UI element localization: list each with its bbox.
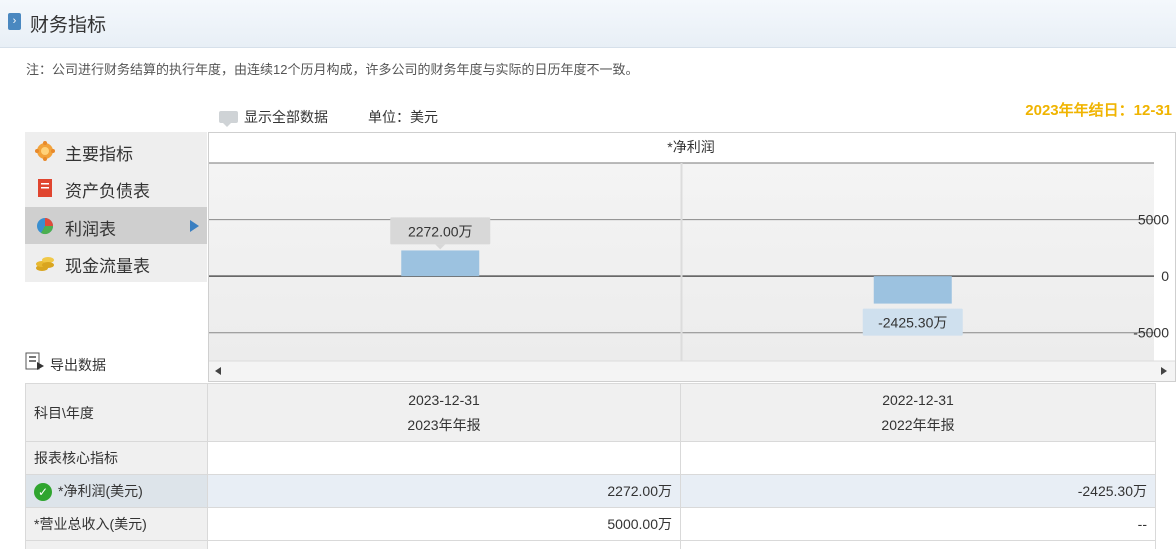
speech-bubble-icon[interactable] <box>219 111 238 127</box>
header-label: 科目\年度 <box>25 383 208 442</box>
nav-item-income-statement[interactable]: 利润表 <box>25 207 207 244</box>
y-tick-label: 5000 <box>1138 212 1169 228</box>
scrollbar-track <box>209 361 1175 381</box>
pie-chart-icon <box>37 218 54 235</box>
page-header: › 财务指标 <box>0 0 1176 48</box>
nav-item-balance-sheet[interactable]: 资产负债表 <box>25 169 207 206</box>
fiscal-year-note: 注：公司进行财务结算的执行年度，由连续12个历月构成，许多公司的财务年度与实际的… <box>26 62 639 77</box>
page-title: 财务指标 <box>30 15 107 36</box>
column-report: 2023年年报 <box>407 416 481 433</box>
row-label: *净利润(美元) <box>58 482 143 499</box>
column-header: 2022-12-31 2022年年报 <box>680 383 1156 442</box>
data-label: -2425.30万 <box>878 315 947 331</box>
table-row[interactable]: ✓ *净利润(美元) 2272.00万 -2425.30万 <box>25 474 1156 508</box>
nav-item-label: 主要指标 <box>65 145 133 164</box>
bar <box>401 250 480 277</box>
export-label: 导出数据 <box>50 357 106 373</box>
column-report: 2022年年报 <box>881 416 955 433</box>
chart-title: *净利润 <box>667 139 714 155</box>
table-row[interactable]: *营业总收入(美元) 5000.00万 -- <box>25 507 1156 541</box>
nav-item-label: 利润表 <box>65 220 116 239</box>
coins-icon <box>36 257 54 271</box>
chevron-right-icon: › <box>8 13 21 30</box>
row-label: *营业总收入(美元) <box>25 507 208 541</box>
document-icon <box>38 179 52 197</box>
fiscal-year-end: 2023年年结日：12-31 <box>1025 102 1172 119</box>
table-header-row: 科目\年度 2023-12-31 2023年年报 2022-12-31 2022… <box>25 383 1156 442</box>
row-value: 5000.00万 <box>207 507 681 541</box>
export-icon <box>25 352 44 370</box>
nav-item-cash-flow[interactable]: 现金流量表 <box>25 244 207 281</box>
column-header: 2023-12-31 2023年年报 <box>207 383 681 442</box>
chart-canvas: *净利润 5000 0 -5000 2272.00万 -2425.30万 <box>209 139 1175 381</box>
financial-table: 科目\年度 2023-12-31 2023年年报 2022-12-31 2022… <box>25 383 1156 549</box>
unit-label: 单位：美元 <box>368 109 438 125</box>
nav-item-label: 现金流量表 <box>65 257 150 276</box>
y-tick-label: -5000 <box>1133 325 1169 341</box>
y-tick-label: 0 <box>1161 268 1169 284</box>
row-value: -- <box>680 507 1156 541</box>
nav-item-label: 资产负债表 <box>65 182 150 201</box>
table-row <box>25 540 1156 549</box>
section-row: 报表核心指标 <box>25 441 1156 475</box>
column-date: 2023-12-31 <box>408 391 480 408</box>
row-label-cell: ✓ *净利润(美元) <box>25 474 208 508</box>
caret-right-icon <box>190 220 199 232</box>
row-value: 2272.00万 <box>207 474 681 508</box>
section-label: 报表核心指标 <box>25 441 208 475</box>
net-profit-chart: *净利润 5000 0 -5000 2272.00万 -2425.30万 <box>208 132 1176 382</box>
gear-flower-icon <box>35 141 55 161</box>
nav-item-main-indicators[interactable]: 主要指标 <box>25 132 207 169</box>
statement-nav: 主要指标 资产负债表 利润表 现金流量表 <box>25 132 207 282</box>
data-label: 2272.00万 <box>408 223 473 239</box>
checkmark-icon: ✓ <box>34 483 52 502</box>
show-all-data-link[interactable]: 显示全部数据 <box>244 107 328 127</box>
column-date: 2022-12-31 <box>882 391 954 408</box>
bar <box>873 276 952 304</box>
row-value: -2425.30万 <box>680 474 1156 508</box>
